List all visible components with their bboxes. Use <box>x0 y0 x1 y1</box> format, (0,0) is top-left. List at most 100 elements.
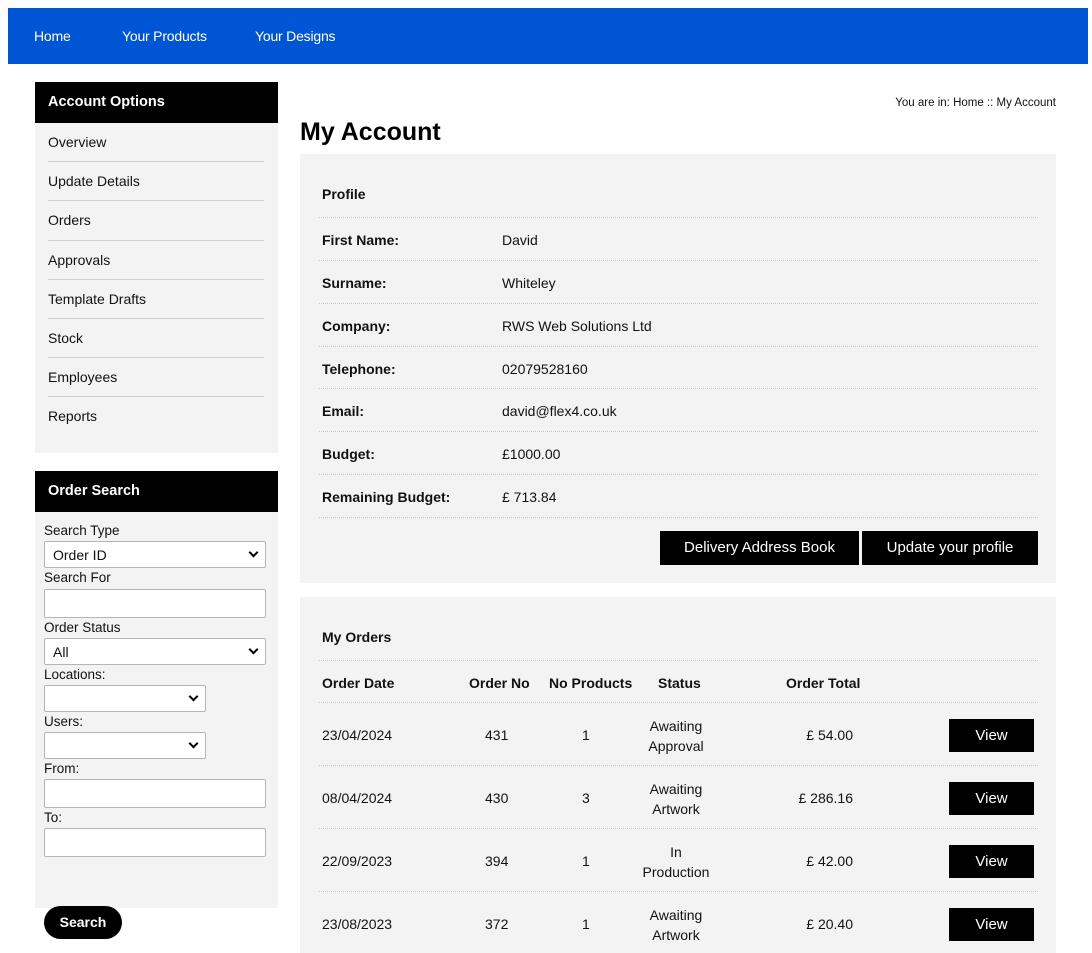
order-products: 3 <box>582 790 590 806</box>
order-status-line1: In <box>670 844 682 860</box>
profile-value: Whiteley <box>502 275 556 291</box>
table-row: 22/09/2023 394 1 In Production £ 42.00 V… <box>319 828 1038 891</box>
profile-label: Email: <box>322 403 365 419</box>
nav-your-products-link[interactable]: Your Products <box>122 28 207 44</box>
order-date: 22/09/2023 <box>322 853 393 869</box>
order-status: Awaiting Artwork <box>631 905 721 945</box>
order-total: £ 54.00 <box>806 727 853 743</box>
profile-row-remaining-budget: Remaining Budget: £ 713.84 <box>319 474 1038 517</box>
locations-label: Locations: <box>44 667 106 682</box>
order-date: 23/04/2024 <box>322 727 393 743</box>
order-status: In Production <box>631 842 721 882</box>
order-status-line1: Awaiting <box>649 781 703 797</box>
menu-item-update-details[interactable]: Update Details <box>48 162 264 202</box>
top-nav-bar: Home Your Products Your Designs <box>8 8 1088 64</box>
order-status: Awaiting Approval <box>631 716 721 756</box>
view-order-button[interactable]: View <box>949 719 1034 752</box>
profile-divider <box>319 517 1038 518</box>
profile-label: Telephone: <box>322 361 396 377</box>
profile-row-first-name: First Name: David <box>319 217 1038 260</box>
order-date: 23/08/2023 <box>322 916 393 932</box>
menu-item-reports[interactable]: Reports <box>48 397 264 436</box>
breadcrumb: You are in: Home :: My Account <box>895 97 1056 109</box>
header-no-products: No Products <box>549 675 633 691</box>
order-date: 08/04/2024 <box>322 790 393 806</box>
view-order-button[interactable]: View <box>949 908 1034 941</box>
order-status-line2: Approval <box>648 738 704 754</box>
page-title: My Account <box>300 118 441 146</box>
profile-row-surname: Surname: Whiteley <box>319 260 1038 303</box>
order-status-label: Order Status <box>44 620 121 635</box>
profile-label: Surname: <box>322 275 387 291</box>
users-select[interactable] <box>44 732 206 759</box>
chevron-down-icon <box>248 547 259 558</box>
my-orders-box: My Orders Order Date Order No No Product… <box>300 597 1056 953</box>
menu-item-stock[interactable]: Stock <box>48 319 264 359</box>
profile-value: RWS Web Solutions Ltd <box>502 318 652 334</box>
orders-table-header: Order Date Order No No Products Status O… <box>319 660 1038 702</box>
update-profile-button[interactable]: Update your profile <box>862 531 1038 565</box>
profile-label: First Name: <box>322 232 400 248</box>
header-status: Status <box>658 675 701 691</box>
order-total: £ 286.16 <box>798 790 854 806</box>
search-type-label: Search Type <box>44 523 120 538</box>
menu-item-orders[interactable]: Orders <box>48 201 264 241</box>
menu-item-approvals[interactable]: Approvals <box>48 241 264 280</box>
to-label: To: <box>44 810 63 825</box>
header-order-total: Order Total <box>786 675 861 691</box>
header-order-date: Order Date <box>322 675 395 691</box>
profile-value: david@flex4.co.uk <box>502 403 617 419</box>
order-products: 1 <box>582 727 590 743</box>
account-options-heading: Account Options <box>35 82 278 123</box>
from-label: From: <box>44 761 80 776</box>
table-row: 08/04/2024 430 3 Awaiting Artwork £ 286.… <box>319 765 1038 828</box>
search-button[interactable]: Search <box>44 906 122 939</box>
chevron-down-icon <box>188 738 199 749</box>
order-status-line1: Awaiting <box>649 907 703 923</box>
breadcrumb-current: My Account <box>996 97 1056 109</box>
order-status-value: All <box>53 643 69 660</box>
order-status-line2: Production <box>642 864 710 880</box>
header-order-no: Order No <box>469 675 530 691</box>
menu-item-employees[interactable]: Employees <box>48 358 264 398</box>
order-total: £ 42.00 <box>806 853 853 869</box>
profile-label: Company: <box>322 318 391 334</box>
breadcrumb-separator: :: <box>986 97 994 109</box>
view-order-button[interactable]: View <box>949 782 1034 815</box>
profile-row-email: Email: david@flex4.co.uk <box>319 388 1038 431</box>
order-status-line2: Artwork <box>652 927 700 943</box>
order-total: £ 20.40 <box>806 916 853 932</box>
my-orders-heading: My Orders <box>322 629 392 645</box>
to-date-input[interactable] <box>44 828 266 857</box>
order-search-heading: Order Search <box>35 471 278 512</box>
order-no: 394 <box>485 853 509 869</box>
profile-value: David <box>502 232 538 248</box>
menu-item-overview[interactable]: Overview <box>48 123 264 163</box>
search-for-input[interactable] <box>44 589 266 618</box>
profile-box: Profile First Name: David Surname: White… <box>300 154 1056 583</box>
order-status-line2: Artwork <box>652 801 700 817</box>
profile-heading: Profile <box>322 186 366 202</box>
profile-label: Remaining Budget: <box>322 489 451 505</box>
nav-your-designs-link[interactable]: Your Designs <box>255 28 336 44</box>
chevron-down-icon <box>248 644 259 655</box>
order-status-line1: Awaiting <box>649 718 703 734</box>
account-options-menu: Overview Update Details Orders Approvals… <box>35 123 278 437</box>
profile-row-company: Company: RWS Web Solutions Ltd <box>319 303 1038 346</box>
table-row: 23/08/2023 372 1 Awaiting Artwork £ 20.4… <box>319 891 1038 953</box>
order-status-select[interactable]: All <box>44 638 266 665</box>
menu-item-template-drafts[interactable]: Template Drafts <box>48 280 264 319</box>
breadcrumb-prefix: You are in: <box>895 97 950 109</box>
breadcrumb-home-link[interactable]: Home <box>953 97 984 109</box>
from-date-input[interactable] <box>44 779 266 808</box>
profile-value: £ 713.84 <box>502 489 557 505</box>
delivery-address-book-button[interactable]: Delivery Address Book <box>660 531 859 565</box>
view-order-button[interactable]: View <box>949 845 1034 878</box>
profile-row-budget: Budget: £1000.00 <box>319 431 1038 474</box>
locations-select[interactable] <box>44 685 206 712</box>
chevron-down-icon <box>188 691 199 702</box>
search-type-select[interactable]: Order ID <box>44 541 266 568</box>
nav-home-link[interactable]: Home <box>34 28 71 44</box>
order-products: 1 <box>582 853 590 869</box>
search-type-value: Order ID <box>53 546 107 563</box>
